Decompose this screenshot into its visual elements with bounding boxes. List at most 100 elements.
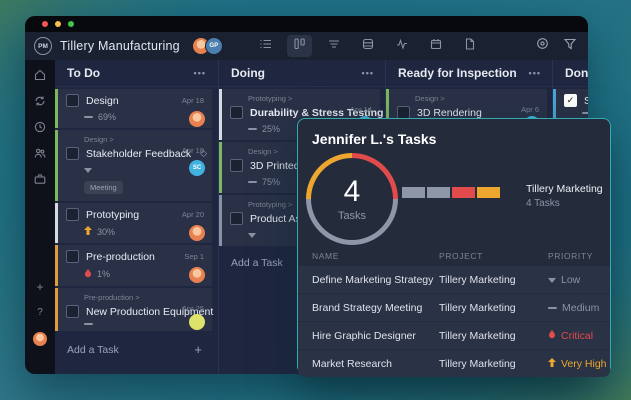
table-view-button[interactable] — [355, 35, 380, 57]
list-view-button[interactable] — [253, 35, 278, 57]
priority-label: Critical — [561, 330, 593, 342]
column-menu-button[interactable]: ••• — [362, 68, 374, 78]
document-view-button[interactable] — [457, 35, 482, 57]
add-icon[interactable]: + — [25, 280, 55, 294]
priority-low-icon — [548, 274, 556, 286]
table-row[interactable]: Hire Graphic Designer Tillery Marketing … — [298, 321, 610, 349]
member-avatars[interactable]: GP — [192, 37, 223, 55]
priority-label: Medium — [562, 302, 599, 314]
tasks-donut-chart: 4 Tasks — [306, 153, 398, 245]
help-icon[interactable]: ? — [25, 307, 55, 318]
sync-icon[interactable] — [34, 94, 46, 106]
assignee-avatar[interactable]: SC — [189, 160, 205, 176]
task-progress: 30% — [97, 227, 115, 237]
task-card[interactable]: ✓ S — [553, 89, 588, 120]
activity-view-button[interactable] — [389, 35, 414, 57]
column-todo: To Do ••• Design 69% Apr 18 — [55, 60, 218, 374]
clock-icon[interactable] — [34, 120, 46, 132]
list-icon — [260, 37, 272, 55]
app-logo[interactable]: PM — [34, 37, 52, 55]
home-icon[interactable] — [34, 68, 46, 80]
due-date: Apr 18 — [182, 146, 204, 155]
task-progress: 1% — [97, 269, 110, 279]
minimize-window-button[interactable] — [55, 21, 61, 27]
task-card[interactable]: Design > Stakeholder Feedback ◇ Meeting … — [55, 130, 212, 201]
left-sidebar: + ? — [25, 60, 55, 374]
task-checkbox[interactable] — [230, 212, 243, 225]
overlay-title: Jennifer L.'s Tasks — [312, 131, 436, 147]
task-title: Stakeholder Feedback — [86, 148, 191, 160]
calendar-view-button[interactable] — [423, 35, 448, 57]
header-right-actions — [536, 32, 576, 60]
task-name: Define Marketing Strategy — [312, 274, 439, 286]
column-title: Done — [565, 66, 588, 80]
task-card[interactable]: Pre-production 1% Sep 1 — [55, 245, 212, 286]
task-checkbox[interactable] — [66, 208, 79, 221]
app-header: PM Tillery Manufacturing GP — [25, 32, 588, 61]
table-row[interactable]: Brand Strategy Meeting Tillery Marketing… — [298, 293, 610, 321]
task-checkbox[interactable] — [230, 106, 243, 119]
column-title: To Do — [67, 66, 100, 80]
column-title: Ready for Inspection — [398, 66, 517, 80]
task-priority: Medium — [548, 302, 610, 314]
task-checkbox-checked[interactable]: ✓ — [564, 94, 577, 107]
task-count-label: Tasks — [338, 210, 366, 222]
document-icon — [464, 37, 476, 55]
bar-segment-medium — [427, 187, 450, 198]
task-checkbox[interactable] — [230, 159, 243, 172]
due-date: Apr 25 — [182, 304, 204, 313]
task-priority: Critical — [548, 329, 610, 342]
activity-icon — [396, 37, 408, 55]
table-row[interactable]: Define Marketing Strategy Tillery Market… — [298, 265, 610, 293]
column-menu-button[interactable]: ••• — [194, 68, 206, 78]
task-title: 3D Rendering — [417, 107, 482, 119]
assignee-avatar[interactable] — [189, 225, 205, 241]
filter-view-button[interactable] — [321, 35, 346, 57]
task-breadcrumb: Design > — [84, 135, 204, 144]
task-title: S — [584, 95, 588, 107]
view-toolbar — [253, 32, 482, 60]
column-menu-button[interactable]: ••• — [529, 68, 541, 78]
tasks-overlay-panel: Jennifer L.'s Tasks 4 Tasks Tillery Mark… — [297, 118, 611, 374]
task-checkbox[interactable] — [66, 250, 79, 263]
task-card[interactable]: Design 69% Apr 18 — [55, 89, 212, 128]
due-date: Apr 6 — [521, 105, 539, 114]
user-avatar[interactable] — [33, 332, 47, 346]
team-icon[interactable] — [34, 146, 46, 158]
add-task-button[interactable]: Add a Task + — [55, 331, 218, 357]
table-row[interactable]: Market Research Tillery Marketing Very H… — [298, 349, 610, 377]
task-card[interactable]: Prototyping 30% Apr 20 — [55, 203, 212, 243]
priority-label: Low — [561, 274, 580, 286]
task-checkbox[interactable] — [66, 94, 79, 107]
task-checkbox[interactable] — [66, 147, 79, 160]
task-project: Tillery Marketing — [439, 358, 548, 370]
priority-low-icon — [84, 165, 92, 175]
due-date: Apr 14 — [350, 105, 372, 114]
maximize-window-button[interactable] — [68, 21, 74, 27]
funnel-filter-button[interactable] — [564, 37, 576, 55]
add-task-label: Add a Task — [67, 344, 119, 356]
bar-segment-very-high — [477, 187, 500, 198]
task-priority: Low — [548, 274, 610, 286]
assignee-avatar[interactable] — [189, 111, 205, 127]
page-background: PM Tillery Manufacturing GP — [0, 0, 631, 400]
task-breadcrumb: Design > — [415, 94, 539, 103]
member-avatar[interactable]: GP — [205, 37, 223, 55]
kanban-view-button[interactable] — [287, 35, 312, 57]
task-checkbox[interactable] — [66, 305, 79, 318]
assignee-avatar[interactable] — [189, 314, 205, 330]
legend-project-name: Tillery Marketing — [526, 183, 603, 195]
task-name: Brand Strategy Meeting — [312, 302, 439, 314]
priority-high-icon — [84, 226, 92, 237]
assignee-avatar[interactable] — [189, 267, 205, 283]
priority-medium-icon — [84, 323, 93, 325]
project-title: Tillery Manufacturing — [60, 39, 180, 53]
task-breadcrumb: Prototyping > — [248, 94, 372, 103]
briefcase-icon[interactable] — [34, 172, 46, 184]
close-window-button[interactable] — [42, 21, 48, 27]
task-card[interactable]: Pre-production > New Production Equipmen… — [55, 288, 212, 331]
legend-task-count: 4 Tasks — [526, 198, 603, 209]
task-title: Pre-production — [86, 251, 155, 263]
eye-button[interactable] — [536, 37, 549, 55]
task-count: 4 — [344, 177, 361, 207]
